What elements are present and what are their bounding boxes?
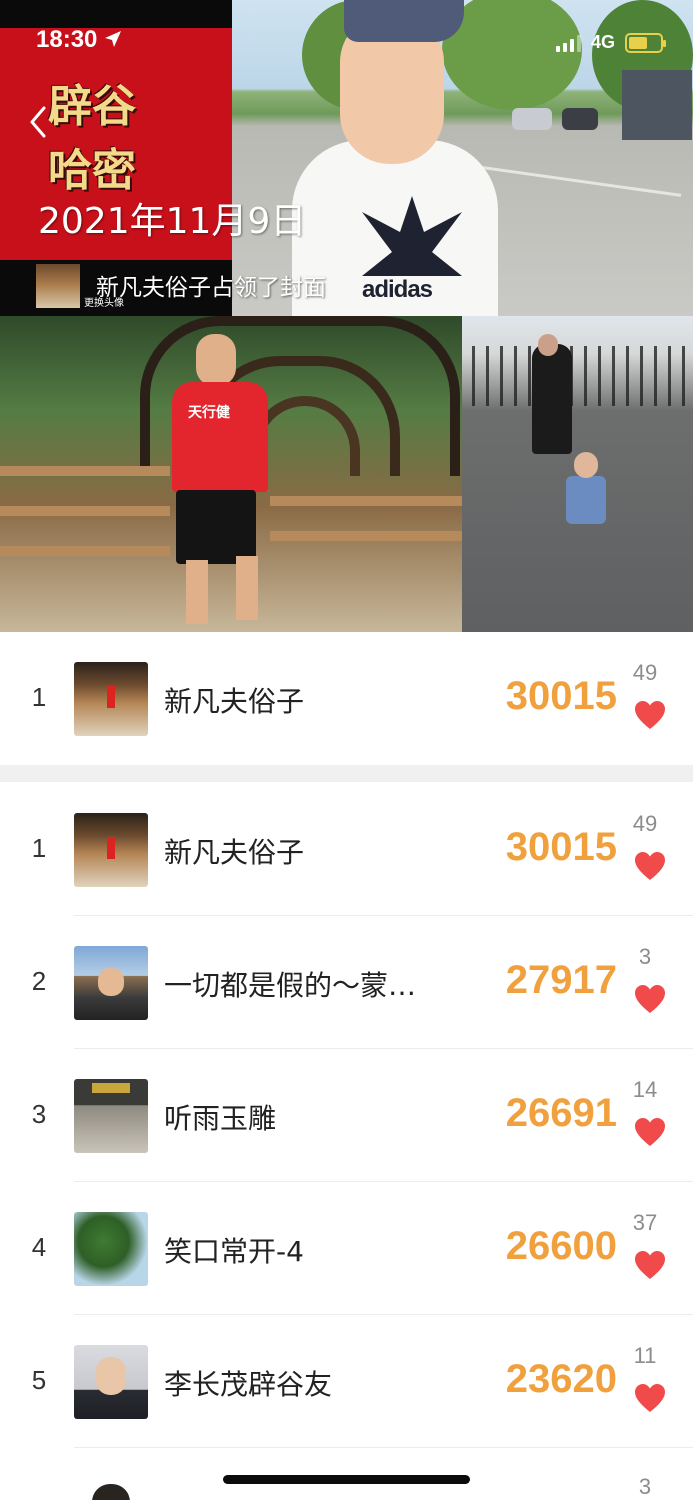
step-count: 26691: [505, 1091, 617, 1135]
avatar[interactable]: [74, 1212, 148, 1286]
rank-number: 5: [31, 1365, 47, 1395]
table-row[interactable]: 3: [0, 1448, 693, 1500]
avatar[interactable]: [74, 1345, 148, 1419]
section-divider: [0, 765, 693, 782]
table-row[interactable]: 5 李长茂辟谷友 23620 11: [0, 1315, 693, 1448]
step-count: 23620: [505, 1357, 617, 1401]
heart-icon[interactable]: [634, 700, 666, 730]
champion-photos: 天行健: [0, 316, 693, 632]
rank-number: 3: [31, 1099, 47, 1129]
table-row[interactable]: 1 新凡夫俗子 30015 49: [0, 783, 693, 916]
like-count: 3: [638, 944, 652, 969]
status-indicators: 4G: [555, 32, 666, 53]
home-indicator[interactable]: [223, 1475, 470, 1484]
heart-icon[interactable]: [634, 851, 666, 881]
battery-charging-icon: [625, 32, 666, 53]
rank-user-name: 听雨玉雕: [164, 1102, 277, 1135]
heart-icon[interactable]: [634, 1117, 666, 1147]
like-count: 49: [632, 660, 658, 685]
step-count: 30015: [505, 674, 617, 718]
status-time: 18:30: [36, 26, 122, 54]
rank-number: 1: [31, 682, 47, 712]
step-count: 27917: [505, 958, 617, 1002]
shirt-print: 天行健: [188, 405, 230, 421]
avatar[interactable]: [74, 1079, 148, 1153]
table-row[interactable]: 3 听雨玉雕 26691 14: [0, 1049, 693, 1182]
like-count: 3: [638, 1474, 652, 1499]
step-count: 26600: [505, 1224, 617, 1268]
avatar[interactable]: [92, 1484, 130, 1500]
location-arrow-icon: [105, 31, 122, 47]
table-row[interactable]: 2 一切都是假的～蒙… 27917 3: [0, 916, 693, 1049]
chevron-left-icon[interactable]: [28, 104, 48, 140]
rank-user-name: 新凡夫俗子: [164, 836, 305, 869]
avatar[interactable]: [74, 946, 148, 1020]
cover-owner-message: 新凡夫俗子占领了封面: [96, 275, 326, 301]
signal-icon: [555, 34, 581, 52]
network-label: 4G: [590, 32, 615, 52]
avatar[interactable]: [74, 813, 148, 887]
like-count: 11: [633, 1343, 657, 1368]
heart-icon[interactable]: [634, 984, 666, 1014]
shirt-brand: adidas: [362, 276, 433, 303]
avatar[interactable]: [74, 662, 148, 736]
rank-number: 2: [31, 966, 47, 996]
my-rank-row[interactable]: 1 新凡夫俗子 30015 49: [0, 632, 693, 765]
champion-photo-bridge[interactable]: 天行健: [0, 316, 462, 632]
champion-photo-street[interactable]: [462, 316, 693, 632]
heart-icon[interactable]: [634, 1383, 666, 1413]
rank-user-name: 笑口常开-4: [164, 1235, 304, 1268]
heart-icon[interactable]: [634, 1250, 666, 1280]
like-count: 14: [632, 1077, 658, 1102]
rank-number: 1: [31, 833, 47, 863]
group-banner-title: 辟谷 哈密: [48, 81, 136, 196]
cover-owner-avatar[interactable]: [36, 264, 80, 308]
rank-user-name: 李长茂辟谷友: [164, 1368, 333, 1401]
like-count: 49: [632, 811, 658, 836]
like-count: 37: [632, 1210, 658, 1235]
rank-user-name: 新凡夫俗子: [164, 685, 305, 718]
rank-user-name: 一切都是假的～蒙…: [164, 969, 417, 1002]
rank-number: 4: [31, 1232, 47, 1262]
cover-area[interactable]: adidas 辟谷 哈密 18:30 4G 2021年11月9日 更换头像 新凡…: [0, 0, 693, 316]
cover-date: 2021年11月9日: [38, 201, 307, 242]
table-row[interactable]: 4 笑口常开-4 26600 37: [0, 1182, 693, 1315]
step-count: 30015: [505, 825, 617, 869]
